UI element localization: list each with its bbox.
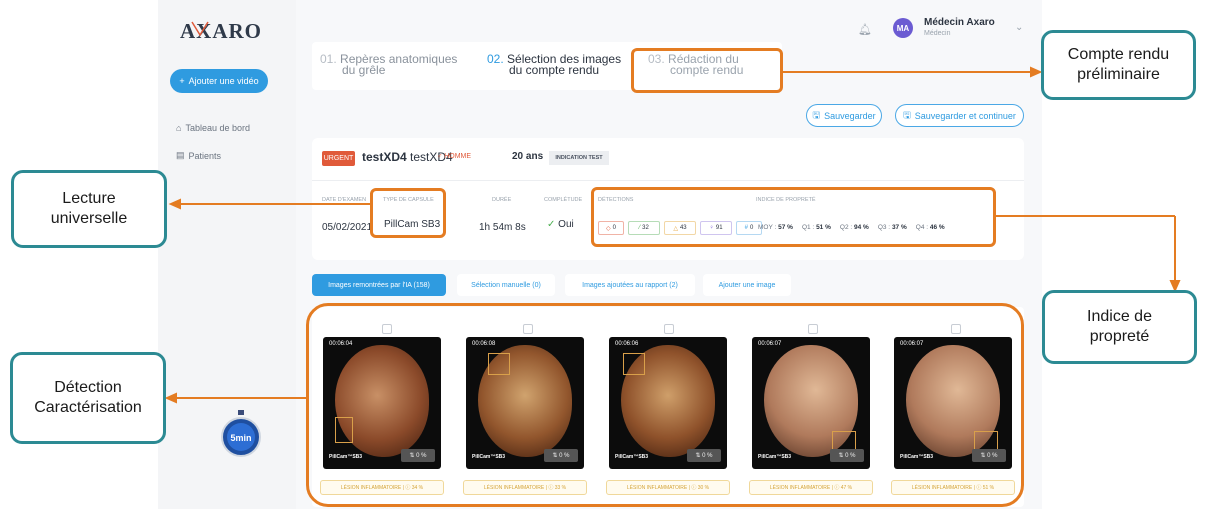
callout-line: propreté bbox=[1089, 328, 1150, 345]
callout-line: universelle bbox=[50, 210, 128, 227]
callout-line: Caractérisation bbox=[34, 399, 142, 416]
callout-cleanliness: Indice de propreté bbox=[1042, 290, 1197, 364]
callout-line: Lecture bbox=[62, 190, 116, 207]
callout-line: Indice de bbox=[1087, 308, 1152, 325]
callout-line: Compte rendu bbox=[1067, 46, 1170, 63]
annotation-lines bbox=[164, 66, 1181, 404]
callout-line: Détection bbox=[54, 379, 122, 396]
callout-line: préliminaire bbox=[1077, 66, 1160, 83]
callout-report: Compte rendu préliminaire bbox=[1041, 30, 1196, 100]
callout-detection: Détection Caractérisation bbox=[10, 352, 166, 444]
callout-universal: Lecture universelle bbox=[11, 170, 167, 248]
